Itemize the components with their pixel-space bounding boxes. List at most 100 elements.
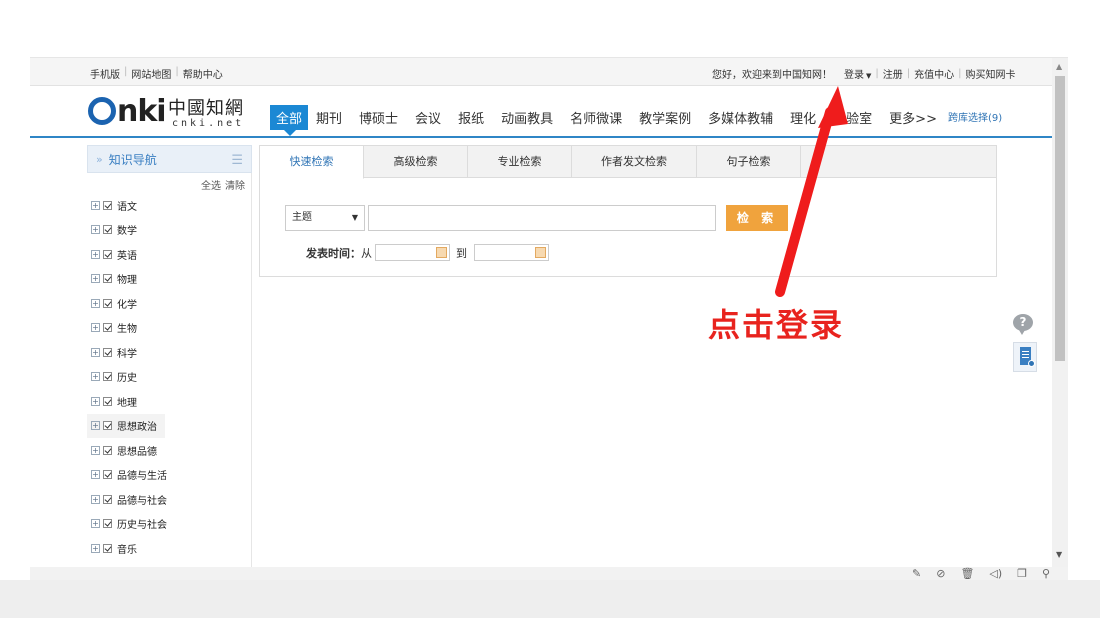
checkbox[interactable] — [103, 274, 112, 284]
menu-icon[interactable]: ☰ — [231, 153, 243, 168]
expand-icon[interactable]: + — [91, 372, 100, 382]
checkbox[interactable] — [103, 445, 112, 455]
register-link[interactable]: 注册 — [883, 66, 903, 81]
expand-icon[interactable]: + — [91, 494, 100, 504]
buy-card-link[interactable]: 购买知网卡 — [966, 66, 1016, 81]
nav-teaching-case[interactable]: 教学案例 — [639, 108, 691, 127]
checkbox[interactable] — [103, 396, 112, 406]
subject-item[interactable]: + 化学 — [87, 291, 251, 316]
subject-item[interactable]: + 地理 — [87, 389, 251, 414]
checkbox[interactable] — [103, 200, 112, 210]
subject-item[interactable]: + 科学 — [87, 340, 251, 365]
expand-icon[interactable]: + — [91, 274, 100, 284]
mobile-link[interactable]: 手机版 — [90, 66, 120, 81]
expand-icon[interactable]: + — [91, 519, 100, 529]
tab-quick-search[interactable]: 快速检索 — [260, 146, 364, 179]
calendar-icon[interactable] — [535, 247, 546, 258]
subject-item[interactable]: + 物理 — [87, 267, 251, 292]
sitemap-link[interactable]: 网站地图 — [131, 66, 171, 81]
cnki-logo[interactable]: nki 中國知網 cnki.net — [88, 92, 248, 132]
date-to-input[interactable] — [474, 244, 549, 261]
tab-sentence-search[interactable]: 句子检索 — [697, 146, 801, 178]
expand-icon[interactable]: + — [91, 445, 100, 455]
annotation-text: 点击登录 — [708, 306, 845, 344]
search-icon[interactable]: ⚲ — [1042, 567, 1050, 580]
clear-link[interactable]: 清除 — [225, 181, 245, 192]
subject-label: 英语 — [117, 250, 137, 262]
search-panel: 快速检索 高级检索 专业检索 作者发文检索 句子检索 主题 ▼ 检 索 发表时间… — [259, 145, 997, 277]
expand-icon[interactable]: + — [91, 396, 100, 406]
subject-item[interactable]: + 历史与社会 — [87, 512, 251, 537]
checkbox[interactable] — [103, 298, 112, 308]
tab-author-search[interactable]: 作者发文检索 — [572, 146, 697, 178]
date-from-input[interactable] — [375, 244, 450, 261]
subject-item[interactable]: + 语文 — [87, 193, 251, 218]
tab-advanced-search[interactable]: 高级检索 — [364, 146, 468, 178]
checkbox[interactable] — [103, 249, 112, 259]
nav-thesis[interactable]: 博硕士 — [359, 108, 398, 127]
expand-icon[interactable]: + — [91, 347, 100, 357]
scroll-thumb[interactable] — [1055, 76, 1065, 361]
document-icon[interactable] — [1013, 342, 1037, 372]
subject-item[interactable]: + 英语 — [87, 242, 251, 267]
cross-db-select[interactable]: 跨库选择(9) — [948, 109, 1002, 124]
subject-item[interactable]: + 音乐 — [87, 536, 251, 561]
nav-science[interactable]: 理化 — [790, 108, 816, 127]
checkbox[interactable] — [103, 421, 112, 431]
recharge-link[interactable]: 充值中心 — [914, 66, 954, 81]
nav-lab[interactable]: 实验室 — [833, 108, 872, 127]
top-right-links: 您好，欢迎来到中国知网！ 登录 ▼ | 注册 | 充值中心 | 购买知网卡 — [712, 66, 1016, 81]
expand-icon[interactable]: + — [91, 470, 100, 480]
subject-item[interactable]: + 思想政治 — [87, 413, 165, 438]
scroll-up-icon[interactable]: ▲ — [1056, 62, 1062, 71]
subject-item[interactable]: + 历史 — [87, 365, 251, 390]
login-link[interactable]: 登录 ▼ — [844, 66, 871, 81]
subject-label: 思想政治 — [117, 422, 157, 434]
help-center-link[interactable]: 帮助中心 — [183, 66, 223, 81]
select-all-link[interactable]: 全选 — [201, 181, 221, 192]
subject-item[interactable]: + 生物 — [87, 316, 251, 341]
search-button[interactable]: 检 索 — [726, 205, 788, 231]
nav-newspaper[interactable]: 报纸 — [458, 108, 484, 127]
subject-item[interactable]: + 数学 — [87, 218, 251, 243]
expand-icon[interactable]: + — [91, 298, 100, 308]
trash-icon[interactable]: 🗑 — [960, 567, 974, 580]
search-input[interactable] — [368, 205, 716, 231]
nav-multimedia[interactable]: 多媒体教辅 — [708, 108, 773, 127]
pin-icon[interactable]: ✎ — [912, 567, 921, 580]
nav-more[interactable]: 更多>> — [889, 108, 937, 127]
nav-animation[interactable]: 动画教具 — [501, 108, 553, 127]
expand-icon[interactable]: + — [91, 323, 100, 333]
speaker-icon[interactable]: ◁) — [989, 567, 1002, 580]
tab-professional-search[interactable]: 专业检索 — [468, 146, 572, 178]
checkbox[interactable] — [103, 543, 112, 553]
expand-icon[interactable]: + — [91, 421, 100, 431]
checkbox[interactable] — [103, 323, 112, 333]
checkbox[interactable] — [103, 470, 112, 480]
checkbox[interactable] — [103, 494, 112, 504]
expand-icon[interactable]: + — [91, 225, 100, 235]
sidebar-header[interactable]: » 知识导航 ☰ — [87, 145, 252, 173]
field-select-value: 主题 — [292, 212, 312, 223]
scroll-down-icon[interactable]: ▼ — [1056, 550, 1062, 559]
checkbox[interactable] — [103, 347, 112, 357]
subject-item[interactable]: + 品德与社会 — [87, 487, 251, 512]
expand-icon[interactable]: + — [91, 249, 100, 259]
nav-journal[interactable]: 期刊 — [316, 108, 342, 127]
vertical-scrollbar[interactable]: ▲ ▼ — [1052, 58, 1068, 567]
checkbox[interactable] — [103, 519, 112, 529]
nav-all[interactable]: 全部 — [270, 105, 309, 136]
checkbox[interactable] — [103, 372, 112, 382]
nav-microlesson[interactable]: 名师微课 — [570, 108, 622, 127]
subject-item[interactable]: + 品德与生活 — [87, 463, 251, 488]
subject-item[interactable]: + 思想品德 — [87, 438, 251, 463]
no-touch-icon[interactable]: ⊘ — [936, 567, 945, 580]
copy-icon[interactable]: ❐ — [1017, 567, 1027, 580]
expand-icon[interactable]: + — [91, 543, 100, 553]
help-bubble-icon[interactable]: ? — [1013, 314, 1037, 338]
field-select[interactable]: 主题 ▼ — [285, 205, 365, 231]
checkbox[interactable] — [103, 225, 112, 235]
expand-icon[interactable]: + — [91, 200, 100, 210]
nav-conference[interactable]: 会议 — [415, 108, 441, 127]
calendar-icon[interactable] — [436, 247, 447, 258]
